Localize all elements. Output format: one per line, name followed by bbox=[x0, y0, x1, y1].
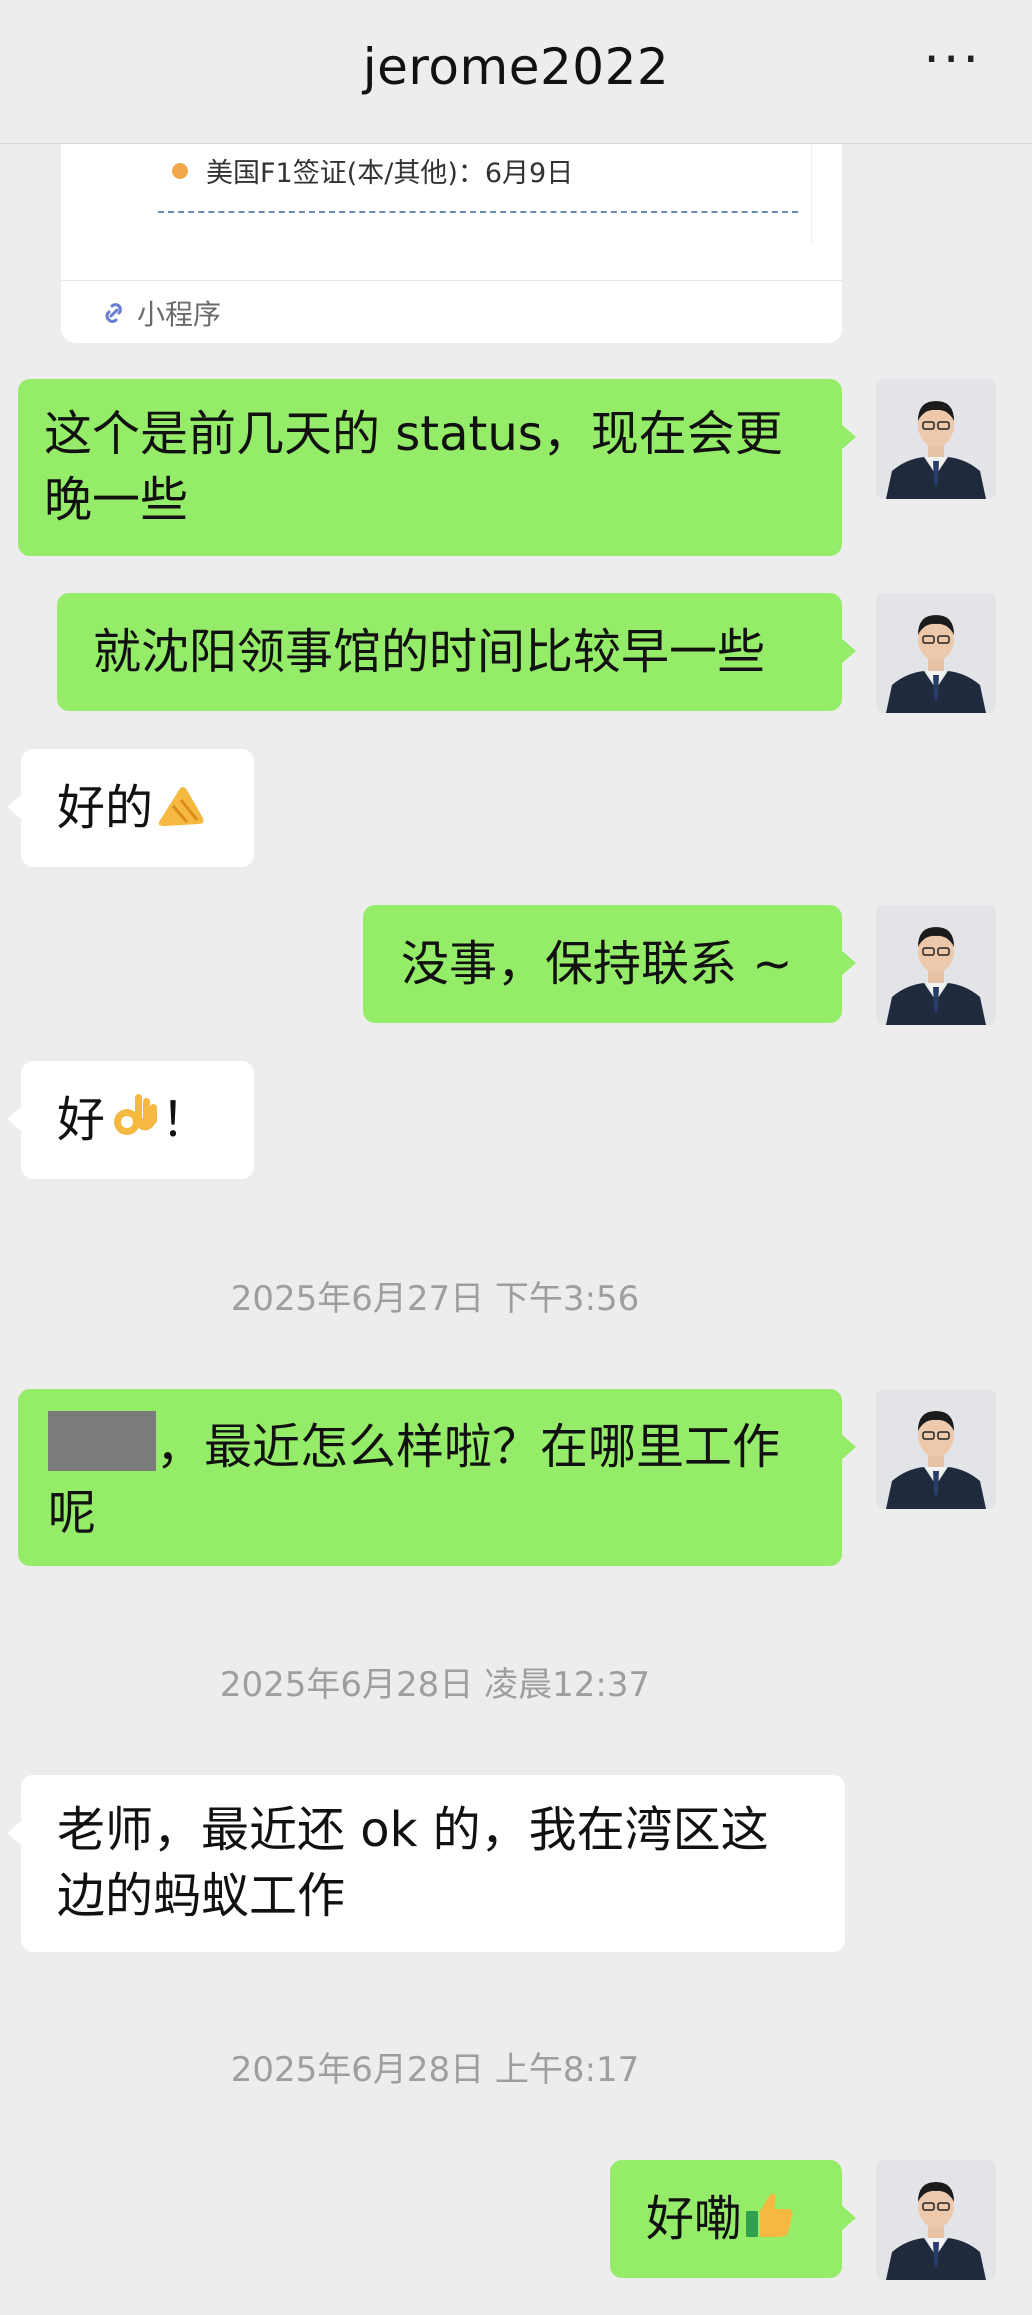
mini-program-label: 小程序 bbox=[137, 298, 222, 331]
mini-program-footer: 小程序 bbox=[97, 293, 221, 333]
message-text-line: 老师，最近还 ok 的，我在湾区这 bbox=[57, 1802, 769, 1858]
dashed-divider bbox=[158, 211, 798, 213]
message-text-line: ，最近怎么样啦？在哪里工作 bbox=[48, 1411, 812, 1480]
chat-header: jerome2022 ··· bbox=[0, 0, 1032, 144]
sent-bubble[interactable]: ，最近怎么样啦？在哪里工作 呢 bbox=[18, 1389, 856, 1566]
message-text-line: 呢 bbox=[48, 1485, 97, 1541]
avatar-photo bbox=[876, 593, 996, 713]
avatar-photo bbox=[876, 1389, 996, 1509]
received-bubble[interactable]: 老师，最近还 ok 的，我在湾区这 边的蚂蚁工作 bbox=[7, 1775, 845, 1952]
avatar[interactable] bbox=[876, 593, 996, 713]
more-icon[interactable]: ··· bbox=[923, 30, 982, 90]
timestamp: 2025年6月28日 凌晨12:37 bbox=[219, 1665, 651, 1705]
avatar-photo bbox=[876, 379, 996, 499]
message-text: 好的 bbox=[57, 780, 154, 836]
sent-bubble[interactable]: 好嘞 bbox=[610, 2160, 856, 2278]
avatar[interactable] bbox=[876, 2160, 996, 2280]
message-text: ！ bbox=[161, 1092, 210, 1148]
message-text: 好嘞 bbox=[646, 2191, 743, 2247]
avatar[interactable] bbox=[876, 379, 996, 499]
received-bubble[interactable]: 好 ！ bbox=[7, 1061, 254, 1179]
visa-date-line: 美国F1签证(本/其他)：6月9日 bbox=[172, 151, 573, 190]
message-text-line: 晚一些 bbox=[44, 472, 189, 528]
ok-hand-emoji bbox=[114, 1094, 158, 1135]
message-text-line: 这个是前几天的 status，现在会更 bbox=[44, 406, 783, 462]
message-text: 好 bbox=[57, 1092, 106, 1148]
timestamp: 2025年6月28日 上午8:17 bbox=[230, 2050, 640, 2090]
bullet-dot bbox=[172, 162, 188, 179]
pinched-fingers-emoji bbox=[158, 787, 204, 826]
received-bubble[interactable]: 好的 bbox=[7, 749, 254, 867]
message-text: 没事，保持联系 ~ bbox=[401, 936, 793, 992]
message-text-line: 边的蚂蚁工作 bbox=[57, 1868, 346, 1924]
sent-bubble[interactable]: 就沈阳领事馆的时间比较早一些 bbox=[57, 593, 856, 711]
avatar[interactable] bbox=[876, 1389, 996, 1509]
card-divider bbox=[61, 280, 842, 281]
message-text: 就沈阳领事馆的时间比较早一些 bbox=[93, 624, 766, 680]
sent-bubble[interactable]: 没事，保持联系 ~ bbox=[363, 905, 856, 1023]
timestamp: 2025年6月27日 下午3:56 bbox=[230, 1279, 640, 1319]
redacted-name bbox=[48, 1411, 156, 1471]
avatar-photo bbox=[876, 2160, 996, 2280]
sent-bubble[interactable]: 这个是前几天的 status，现在会更 晚一些 bbox=[18, 379, 856, 556]
thumbs-up-emoji bbox=[746, 2193, 793, 2237]
avatar[interactable] bbox=[876, 905, 996, 1025]
visa-date-text: 美国F1签证(本/其他)：6月9日 bbox=[206, 158, 574, 189]
mini-program-card[interactable]: 美国F1签证(本/其他)：6月9日 小程序 bbox=[61, 143, 842, 343]
link-icon bbox=[105, 303, 122, 323]
chat-title: jerome2022 bbox=[362, 38, 670, 96]
avatar-photo bbox=[876, 905, 996, 1025]
